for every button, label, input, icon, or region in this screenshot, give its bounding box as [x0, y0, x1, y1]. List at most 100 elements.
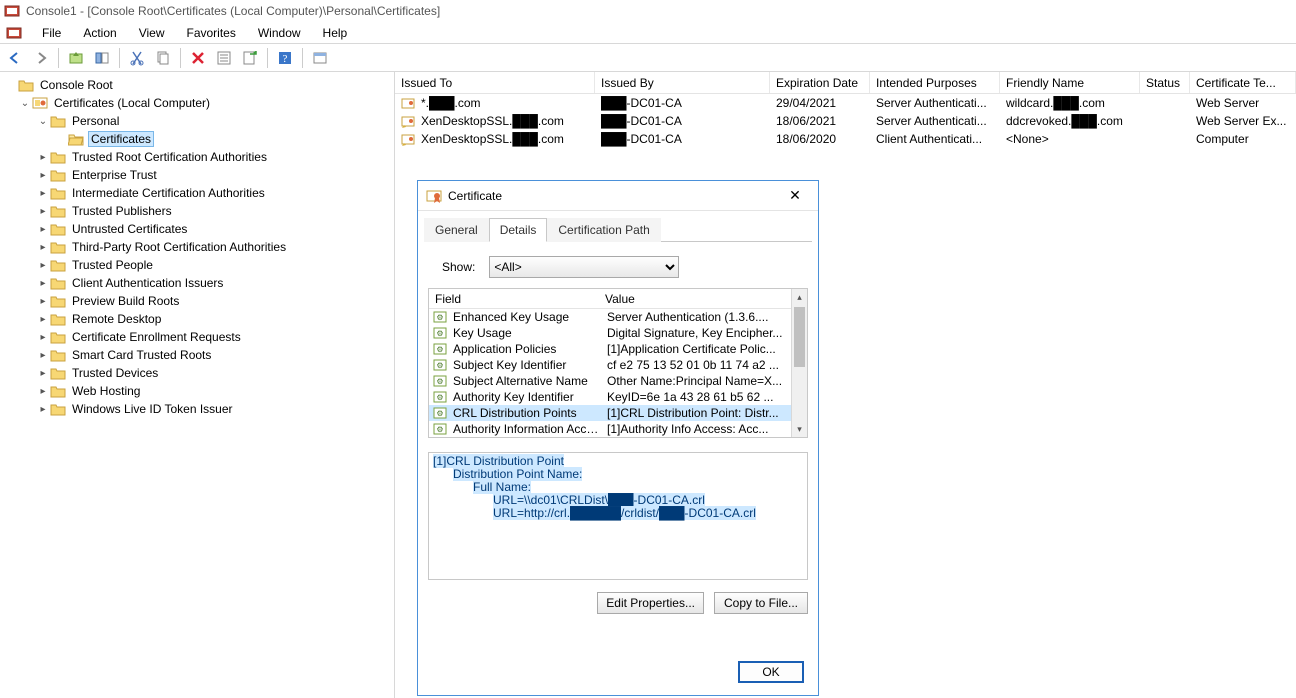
field-row[interactable]: ⚙Subject Key Identifiercf e2 75 13 52 01…: [429, 357, 791, 373]
tab-general[interactable]: General: [424, 218, 489, 242]
dialog-titlebar[interactable]: Certificate ✕: [418, 181, 818, 211]
tree-node[interactable]: ▸Trusted Root Certification Authorities: [0, 148, 394, 166]
new-window-button[interactable]: [309, 47, 331, 69]
detail-line: [1]CRL Distribution Point: [433, 454, 564, 468]
fields-header[interactable]: Field Value: [429, 289, 791, 309]
tree-node[interactable]: ▸Preview Build Roots: [0, 292, 394, 310]
cut-button[interactable]: [126, 47, 148, 69]
tree-node[interactable]: ▸Enterprise Trust: [0, 166, 394, 184]
tab-details[interactable]: Details: [489, 218, 548, 242]
chevron-right-icon[interactable]: ▸: [36, 242, 50, 253]
tree-pane[interactable]: ▸ Console Root ⌄ Certificates (Local Com…: [0, 72, 395, 698]
edit-properties-button[interactable]: Edit Properties...: [597, 592, 704, 614]
field-row[interactable]: ⚙Authority Information Access[1]Authorit…: [429, 421, 791, 437]
show-hide-tree-button[interactable]: [91, 47, 113, 69]
field-value-box[interactable]: [1]CRL Distribution Point Distribution P…: [428, 452, 808, 580]
col-template[interactable]: Certificate Te...: [1190, 72, 1296, 93]
chevron-right-icon[interactable]: ▸: [36, 332, 50, 343]
chevron-right-icon[interactable]: ▸: [36, 224, 50, 235]
show-select[interactable]: <All>: [489, 256, 679, 278]
field-row[interactable]: ⚙Key UsageDigital Signature, Key Enciphe…: [429, 325, 791, 341]
chevron-right-icon[interactable]: ▸: [36, 296, 50, 307]
field-row[interactable]: ⚙Enhanced Key UsageServer Authentication…: [429, 309, 791, 325]
field-row[interactable]: ⚙Application Policies[1]Application Cert…: [429, 341, 791, 357]
menu-file[interactable]: File: [32, 24, 71, 42]
ok-button[interactable]: OK: [738, 661, 804, 683]
cert-row[interactable]: *.███.com███-DC01-CA29/04/2021Server Aut…: [395, 94, 1296, 112]
help-button[interactable]: ?: [274, 47, 296, 69]
chevron-right-icon[interactable]: ▸: [36, 260, 50, 271]
back-button[interactable]: [4, 47, 26, 69]
menu-action[interactable]: Action: [73, 24, 126, 42]
dialog-title: Certificate: [448, 189, 502, 203]
up-button[interactable]: [65, 47, 87, 69]
copy-to-file-button[interactable]: Copy to File...: [714, 592, 808, 614]
col-friendly[interactable]: Friendly Name: [1000, 72, 1140, 93]
tree-node[interactable]: ▸Third-Party Root Certification Authorit…: [0, 238, 394, 256]
chevron-right-icon[interactable]: ▸: [36, 206, 50, 217]
col-field[interactable]: Field: [429, 292, 599, 306]
tree-node[interactable]: ▸Smart Card Trusted Roots: [0, 346, 394, 364]
field-row[interactable]: ⚙Subject Alternative NameOther Name:Prin…: [429, 373, 791, 389]
menu-favorites[interactable]: Favorites: [177, 24, 246, 42]
tree-personal-node[interactable]: ⌄ Personal: [0, 112, 394, 130]
tree-node[interactable]: ▸Client Authentication Issuers: [0, 274, 394, 292]
chevron-down-icon[interactable]: ⌄: [36, 116, 50, 127]
folder-icon: [50, 114, 66, 128]
chevron-right-icon[interactable]: ▸: [36, 350, 50, 361]
scroll-up-icon[interactable]: ▴: [792, 289, 807, 305]
col-purposes[interactable]: Intended Purposes: [870, 72, 1000, 93]
tree-node[interactable]: ▸Remote Desktop: [0, 310, 394, 328]
tree-node[interactable]: ▸Windows Live ID Token Issuer: [0, 400, 394, 418]
chevron-right-icon[interactable]: ▸: [36, 188, 50, 199]
chevron-right-icon[interactable]: ▸: [36, 170, 50, 181]
chevron-right-icon[interactable]: ▸: [36, 386, 50, 397]
export-button[interactable]: [239, 47, 261, 69]
tree-node[interactable]: ▸Certificate Enrollment Requests: [0, 328, 394, 346]
col-value[interactable]: Value: [599, 292, 791, 306]
chevron-right-icon[interactable]: ▸: [36, 404, 50, 415]
svg-text:⚙: ⚙: [436, 329, 443, 338]
chevron-right-icon[interactable]: ▸: [36, 152, 50, 163]
col-expiration[interactable]: Expiration Date: [770, 72, 870, 93]
tree-node[interactable]: ▸Untrusted Certificates: [0, 220, 394, 238]
cell-issued-to: XenDesktopSSL.███.com: [421, 132, 564, 146]
properties-button[interactable]: [213, 47, 235, 69]
scrollbar-thumb[interactable]: [794, 307, 805, 367]
tree-node[interactable]: ▸Trusted Publishers: [0, 202, 394, 220]
col-issued-to[interactable]: Issued To: [395, 72, 595, 93]
chevron-right-icon[interactable]: ▸: [36, 368, 50, 379]
tab-certpath[interactable]: Certification Path: [547, 218, 660, 242]
tree-node[interactable]: ▸Web Hosting: [0, 382, 394, 400]
menu-view[interactable]: View: [129, 24, 175, 42]
field-row[interactable]: ⚙CRL Distribution Points[1]CRL Distribut…: [429, 405, 791, 421]
fields-listbox[interactable]: Field Value ⚙Enhanced Key UsageServer Au…: [428, 288, 808, 438]
forward-button[interactable]: [30, 47, 52, 69]
copy-button[interactable]: [152, 47, 174, 69]
fields-scrollbar[interactable]: ▴ ▾: [791, 289, 807, 437]
tree-certificates-leaf[interactable]: ▸ Certificates: [0, 130, 394, 148]
cert-row[interactable]: XenDesktopSSL.███.com███-DC01-CA18/06/20…: [395, 130, 1296, 148]
cert-row[interactable]: XenDesktopSSL.███.com███-DC01-CA18/06/20…: [395, 112, 1296, 130]
chevron-right-icon[interactable]: ▸: [36, 314, 50, 325]
menu-help[interactable]: Help: [313, 24, 358, 42]
tree-label: Certificates: [88, 131, 154, 147]
menu-window[interactable]: Window: [248, 24, 311, 42]
list-header[interactable]: Issued To Issued By Expiration Date Inte…: [395, 72, 1296, 94]
col-status[interactable]: Status: [1140, 72, 1190, 93]
field-row[interactable]: ⚙Authority Key IdentifierKeyID=6e 1a 43 …: [429, 389, 791, 405]
delete-button[interactable]: [187, 47, 209, 69]
tree-node[interactable]: ▸Intermediate Certification Authorities: [0, 184, 394, 202]
tree-node[interactable]: ▸Trusted Devices: [0, 364, 394, 382]
col-issued-by[interactable]: Issued By: [595, 72, 770, 93]
close-button[interactable]: ✕: [780, 186, 810, 206]
chevron-down-icon[interactable]: ⌄: [18, 98, 32, 109]
tree-certificates-node[interactable]: ⌄ Certificates (Local Computer): [0, 94, 394, 112]
chevron-right-icon[interactable]: ▸: [36, 278, 50, 289]
folder-icon: [50, 294, 66, 308]
tree-root[interactable]: ▸ Console Root: [0, 76, 394, 94]
tree-node[interactable]: ▸Trusted People: [0, 256, 394, 274]
scroll-down-icon[interactable]: ▾: [792, 421, 807, 437]
cell-issued-to: XenDesktopSSL.███.com: [421, 114, 564, 128]
field-name: Authority Information Access: [453, 422, 601, 436]
